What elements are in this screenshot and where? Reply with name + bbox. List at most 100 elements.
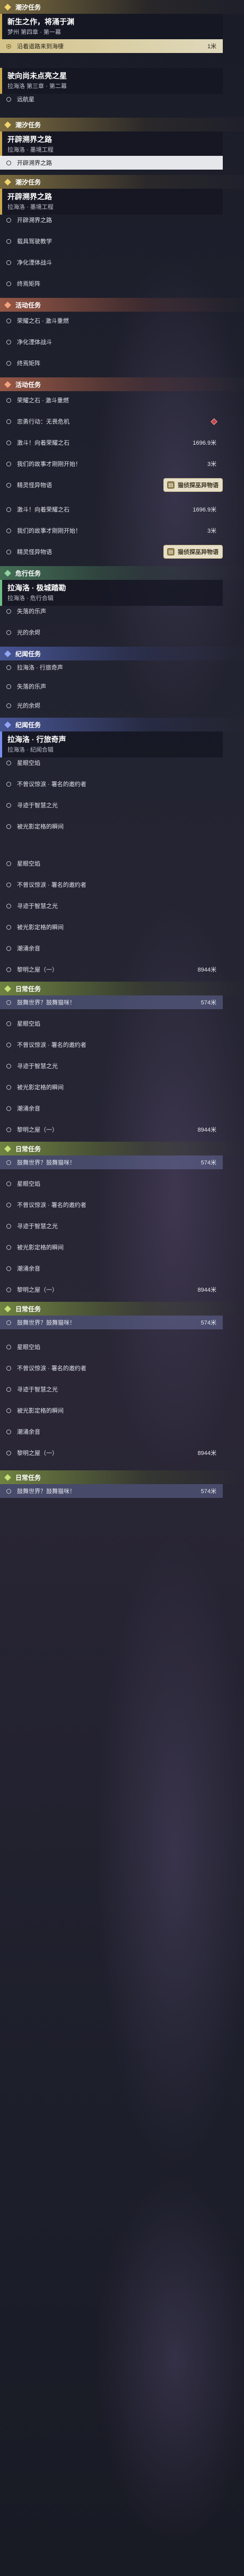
quest-objective-row[interactable]: 黎明之屋（一） 8944米 — [0, 1283, 223, 1296]
story-popup-button[interactable]: ▤ 猫侦探巫异物语 — [163, 478, 223, 492]
quest-objective-row[interactable]: 被光影定格的瞬间 — [0, 1240, 223, 1254]
quest-objective-row[interactable]: 星眼空焰 — [0, 1177, 223, 1190]
quest-objective-row[interactable]: 荣耀之石 · 激斗重燃 — [0, 393, 223, 407]
quest-objective-row[interactable]: 远航星 — [0, 92, 223, 106]
quest-objective-row[interactable]: 净化湮体战斗 — [0, 255, 223, 269]
quest-title-block[interactable]: 开辟溯界之路 拉海洛 · 墨境工程 — [0, 189, 223, 215]
quest-objective-row[interactable]: 鼓舞世界？鼓舞猫咪！ 574米 — [0, 995, 223, 1009]
quest-objective-row[interactable]: 黎明之屋（一） 8944米 — [0, 963, 223, 976]
quest-objective-row[interactable]: 被光影定格的瞬间 — [0, 819, 223, 833]
quest-objective-row[interactable]: 黎明之屋（一） 8944米 — [0, 1446, 223, 1460]
quest-objective-row[interactable]: 鼓舞世界？鼓舞猫咪！ 574米 — [0, 1155, 223, 1169]
quest-objective-row[interactable]: 净化湮体战斗 — [0, 335, 223, 349]
quest-objective-row[interactable]: 寻迹于智慧之光 — [0, 1382, 223, 1396]
objective-text: 星眼空焰 — [17, 1344, 40, 1351]
quest-objective-row[interactable]: 不曾议惊涙 · 署名的邀约者 — [0, 878, 223, 892]
quest-objective-row[interactable]: 失落的乐声 — [0, 604, 223, 618]
quest-objective-row[interactable]: 寻迹于智慧之光 — [0, 1059, 223, 1073]
quest-objective-row[interactable]: 沿着道路来到海棲 1米 — [0, 39, 223, 53]
quest-title-block[interactable]: 新生之作，将涌于渊 梦州 第四章 · 第一幕 — [0, 14, 223, 40]
section-header[interactable]: 潮汐任务 — [0, 175, 244, 189]
quest-objective-row[interactable]: 被光影定格的瞬间 — [0, 920, 223, 934]
diamond-icon — [4, 381, 11, 388]
diamond-icon — [4, 178, 11, 186]
section-header[interactable]: 日常任务 — [0, 1302, 244, 1316]
quest-objective-row[interactable]: 黎明之屋（一） 8944米 — [0, 1123, 223, 1136]
section-header[interactable]: 活动任务 — [0, 377, 244, 391]
alert-marker-icon — [211, 418, 217, 425]
quest-title-block[interactable]: 拉海洛 · 行旅奇声 拉海洛 · 纪闻合辑 — [0, 731, 223, 757]
quest-objective-row[interactable]: 终焉矩阵 — [0, 277, 223, 290]
quest-objective-row[interactable]: 光的余烬 — [0, 625, 223, 639]
background-glow — [95, 2173, 244, 2544]
quest-objective-row[interactable]: 激斗！向着荣耀之石 1696.9米 — [0, 502, 223, 516]
quest-objective-row[interactable]: 拉海洛 · 行旅奇声 — [0, 660, 223, 674]
quest-objective-row[interactable]: 寻迹于智慧之光 — [0, 798, 223, 812]
objective-text: 失落的乐声 — [17, 608, 46, 615]
objective-circle-icon — [6, 260, 11, 265]
objective-distance: 574米 — [201, 1488, 216, 1495]
story-popup-button[interactable]: ▤ 猫侦探巫异物语 — [163, 545, 223, 559]
quest-title-block[interactable]: 驶向尚未点亮之星 拉海洛 第三章 · 第二幕 — [0, 68, 223, 94]
quest-objective-row[interactable]: 星眼空焰 — [0, 756, 223, 770]
quest-objective-row[interactable]: 失落的乐声 — [0, 680, 223, 693]
objective-text: 载具驾驶教学 — [17, 239, 52, 245]
quest-objective-row[interactable]: 鼓舞世界？鼓舞猫咪！ 574米 — [0, 1316, 223, 1329]
quest-objective-row[interactable]: 精灵怪异物语 ▤ 猫侦探巫异物语 — [0, 545, 223, 559]
section-header[interactable]: 潮汐任务 — [0, 0, 244, 14]
objective-text: 鼓舞世界？鼓舞猫咪！ — [17, 1000, 75, 1006]
quest-objective-row[interactable]: 被光影定格的瞬间 — [0, 1080, 223, 1094]
quest-objective-row[interactable]: 终焉矩阵 — [0, 356, 223, 370]
quest-objective-row[interactable]: 不曾议惊涙 · 署名的邀约者 — [0, 1361, 223, 1375]
objective-circle-icon — [6, 217, 11, 223]
objective-text: 不曾议惊涙 · 署名的邀约者 — [17, 781, 86, 788]
quest-objective-row[interactable]: 载具驾驶教学 — [0, 234, 223, 248]
quest-objective-row[interactable]: 潮涌余音 — [0, 1101, 223, 1115]
section-header[interactable]: 纪闻任务 — [0, 718, 244, 731]
objective-text: 被光影定格的瞬间 — [17, 1245, 64, 1251]
quest-objective-row[interactable]: 不曾议惊涙 · 署名的邀约者 — [0, 1198, 223, 1212]
quest-objective-row[interactable]: 荣耀之石 · 激斗重燃 — [0, 314, 223, 328]
objective-text: 寻迹于智慧之光 — [17, 1063, 58, 1070]
quest-objective-row[interactable]: 光的余烬 — [0, 699, 223, 712]
diamond-icon — [4, 569, 11, 577]
quest-objective-row[interactable]: 星眼空焰 — [0, 857, 223, 870]
quest-objective-row[interactable]: 鼓舞世界？鼓舞猫咪！ 574米 — [0, 1484, 223, 1498]
objective-distance: 3米 — [207, 461, 216, 467]
objective-text: 拉海洛 · 行旅奇声 — [17, 665, 63, 671]
quest-objective-row[interactable]: 寻迹于智慧之光 — [0, 1219, 223, 1233]
quest-objective-row[interactable]: 我们的故事才刚刚开始！ 3米 — [0, 524, 223, 537]
quest-objective-row[interactable]: 开辟溯界之路 — [0, 213, 223, 227]
section-header[interactable]: 纪闻任务 — [0, 647, 244, 660]
diamond-icon — [4, 1145, 11, 1152]
quest-objective-row[interactable]: 我们的故事才刚刚开始！ 3米 — [0, 457, 223, 471]
quest-objective-row[interactable]: 忠勇行动：无畏危机 — [0, 414, 223, 428]
objective-circle-icon — [6, 1344, 11, 1349]
quest-title-block[interactable]: 拉海洛 · 极城踏勘 拉海洛 · 危行合辑 — [0, 580, 223, 606]
quest-objective-row[interactable]: 星眼空焰 — [0, 1340, 223, 1354]
section-header[interactable]: 日常任务 — [0, 1142, 244, 1155]
objective-text: 寻迹于智慧之光 — [17, 1223, 58, 1230]
quest-objective-row[interactable]: 不曾议惊涙 · 署名的邀约者 — [0, 1038, 223, 1052]
objective-circle-icon — [6, 440, 11, 445]
quest-objective-row[interactable]: 潮涌余音 — [0, 941, 223, 955]
quest-objective-row[interactable]: 寻迹于智慧之光 — [0, 899, 223, 913]
section-header-label: 日常任务 — [15, 1474, 41, 1481]
quest-objective-row[interactable]: 精灵怪异物语 ▤ 猫侦探巫异物语 — [0, 478, 223, 492]
section-header[interactable]: 潮汐任务 — [0, 118, 244, 131]
quest-objective-row[interactable]: 星眼空焰 — [0, 1017, 223, 1030]
quest-objective-row[interactable]: 潮涌余音 — [0, 1425, 223, 1439]
quest-objective-row[interactable]: 开辟溯界之路 — [0, 156, 223, 170]
quest-objective-row[interactable]: 被光影定格的瞬间 — [0, 1404, 223, 1417]
objective-text: 失落的乐声 — [17, 684, 46, 690]
quest-objective-row[interactable]: 不曾议惊涙 · 署名的邀约者 — [0, 777, 223, 791]
section-header[interactable]: 危行任务 — [0, 566, 244, 580]
quest-objective-row[interactable]: 激斗！向着荣耀之石 1696.9米 — [0, 436, 223, 449]
objective-circle-icon — [6, 665, 11, 670]
section-header[interactable]: 活动任务 — [0, 298, 244, 312]
section-header[interactable]: 日常任务 — [0, 1470, 244, 1484]
quest-objective-row[interactable]: 潮涌余音 — [0, 1261, 223, 1275]
objective-text: 荣耀之石 · 激斗重燃 — [17, 398, 69, 404]
section-header[interactable]: 日常任务 — [0, 982, 244, 995]
quest-title-block[interactable]: 开辟溯界之路 拉海洛 · 墨境工程 — [0, 131, 223, 157]
